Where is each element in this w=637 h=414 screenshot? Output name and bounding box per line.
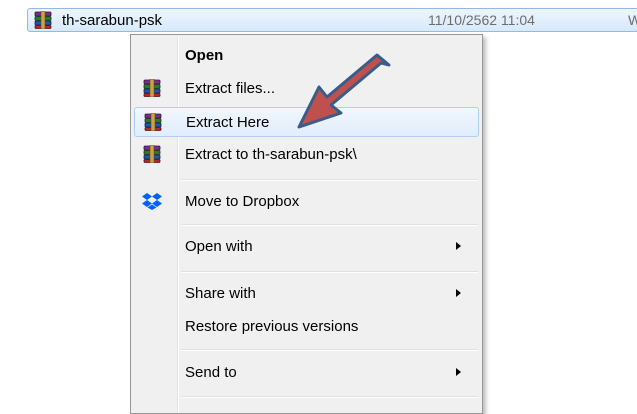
menu-item-extract-files-label: Extract files... xyxy=(185,80,276,97)
winrar-archive-icon xyxy=(143,79,161,97)
menu-item-move-to-dropbox-label: Move to Dropbox xyxy=(185,193,300,210)
menu-item-send-to-label: Send to xyxy=(185,364,237,381)
submenu-arrow-icon xyxy=(456,368,461,376)
menu-separator xyxy=(181,271,478,273)
menu-item-share-with-label: Share with xyxy=(185,285,256,302)
winrar-archive-icon xyxy=(34,11,52,29)
file-type-column: Wi xyxy=(628,12,637,28)
submenu-arrow-icon xyxy=(456,242,461,250)
menu-item-restore-previous-versions[interactable]: Restore previous versions xyxy=(134,312,479,342)
winrar-archive-icon xyxy=(143,145,161,163)
menu-separator xyxy=(181,224,478,226)
menu-item-move-to-dropbox[interactable]: Move to Dropbox xyxy=(134,187,479,217)
menu-separator xyxy=(181,396,478,398)
menu-item-open-label: Open xyxy=(185,47,224,64)
menu-item-open-with-label: Open with xyxy=(185,238,253,255)
red-arrow-pointer xyxy=(297,53,391,129)
submenu-arrow-icon xyxy=(456,289,461,297)
menu-item-open-with[interactable]: Open with xyxy=(134,232,479,262)
menu-separator xyxy=(181,349,478,351)
file-row-th-sarabun-psk[interactable]: th-sarabun-psk 11/10/2562 11:04 Wi xyxy=(27,8,637,32)
menu-item-send-to[interactable]: Send to xyxy=(134,358,479,388)
file-name: th-sarabun-psk xyxy=(62,12,163,29)
menu-item-share-with[interactable]: Share with xyxy=(134,279,479,309)
file-date-modified: 11/10/2562 11:04 xyxy=(428,12,535,28)
menu-item-restore-previous-label: Restore previous versions xyxy=(185,318,359,335)
winrar-archive-icon xyxy=(144,113,162,131)
dropbox-icon xyxy=(142,193,162,210)
menu-separator xyxy=(181,179,478,181)
menu-item-extract-here-label: Extract Here xyxy=(186,114,270,131)
menu-item-extract-to-label: Extract to th-sarabun-psk\ xyxy=(185,146,357,163)
